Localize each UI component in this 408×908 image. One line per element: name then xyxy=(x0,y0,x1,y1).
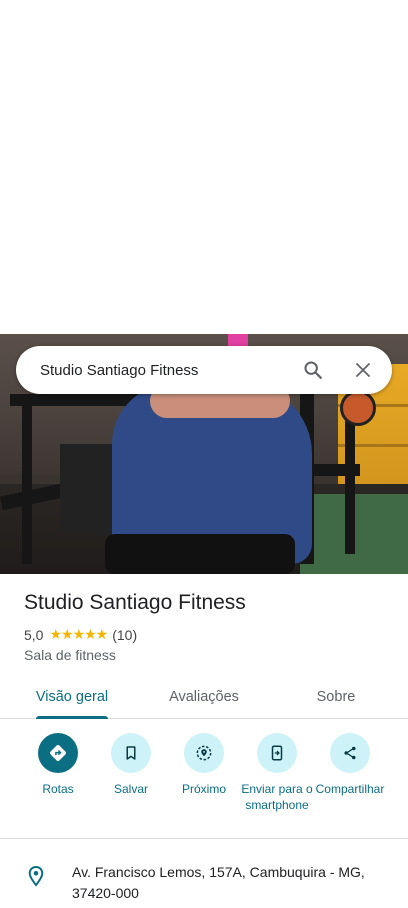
share-label: Compartilhar xyxy=(315,782,385,796)
action-bar: Rotas Salvar Próximo Enviar para o smart… xyxy=(0,733,408,833)
tab-overview[interactable]: Visão geral xyxy=(30,676,114,718)
tab-reviews[interactable]: Avaliações xyxy=(160,676,248,718)
section-divider xyxy=(0,838,408,839)
rating-row[interactable]: 5,0 ★★★★★ (10) xyxy=(24,626,137,643)
send-to-phone-label: Enviar para o smartphone xyxy=(241,782,313,812)
save-button[interactable]: Salvar xyxy=(91,733,171,797)
rating-value: 5,0 xyxy=(24,626,44,643)
place-category: Sala de fitness xyxy=(24,647,116,663)
nearby-button[interactable]: Próximo xyxy=(164,733,244,797)
rating-stars-icon: ★★★★★ xyxy=(49,626,108,642)
tab-bar: Visão geral Avaliações Sobre xyxy=(0,676,408,719)
send-to-phone-button[interactable]: Enviar para o smartphone xyxy=(237,733,317,813)
tab-active-indicator xyxy=(36,716,108,719)
close-icon[interactable] xyxy=(350,357,376,383)
send-to-phone-icon xyxy=(257,733,297,773)
search-box[interactable]: Studio Santiago Fitness xyxy=(16,346,392,394)
map-area[interactable] xyxy=(0,0,408,334)
tab-about-label: Sobre xyxy=(316,689,356,705)
search-icon[interactable] xyxy=(300,357,326,383)
reviews-count: (10) xyxy=(112,626,138,643)
tab-overview-label: Visão geral xyxy=(35,689,109,705)
directions-label: Rotas xyxy=(42,782,74,796)
search-input[interactable]: Studio Santiago Fitness xyxy=(40,362,300,379)
tab-reviews-label: Avaliações xyxy=(169,689,239,705)
nearby-icon xyxy=(184,733,224,773)
share-button[interactable]: Compartilhar xyxy=(310,733,390,797)
place-title: Studio Santiago Fitness xyxy=(24,591,246,614)
directions-icon xyxy=(38,733,78,773)
location-pin-icon xyxy=(24,864,48,888)
bookmark-icon xyxy=(111,733,151,773)
tab-about[interactable]: Sobre xyxy=(306,676,366,718)
nearby-label: Próximo xyxy=(181,782,226,796)
address-text: Av. Francisco Lemos, 157A, Cambuquira - … xyxy=(72,864,365,901)
directions-button[interactable]: Rotas xyxy=(18,733,98,797)
save-label: Salvar xyxy=(113,782,148,796)
share-icon xyxy=(330,733,370,773)
